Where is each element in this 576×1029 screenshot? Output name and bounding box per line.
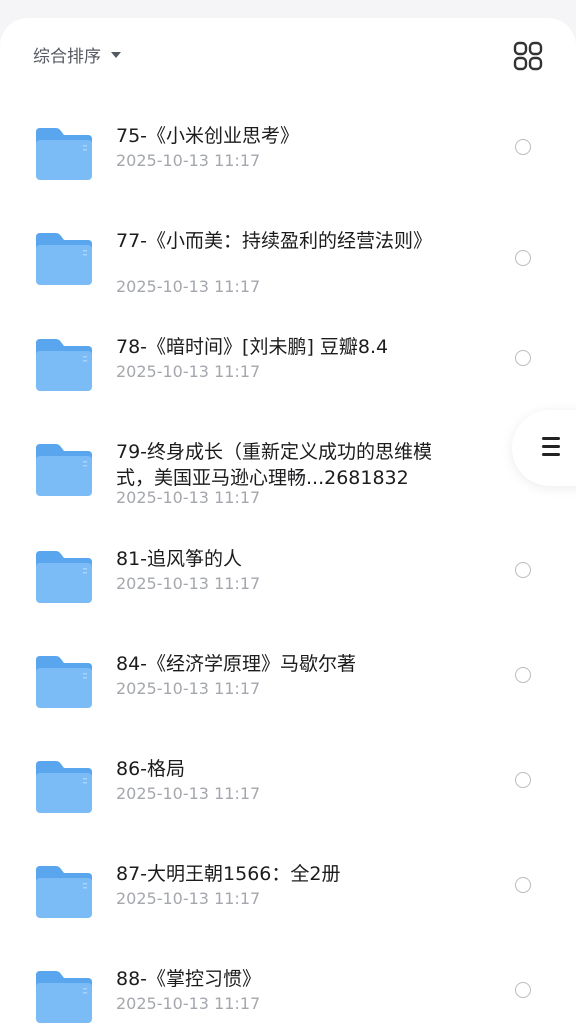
grid-view-button[interactable] [512,40,544,72]
file-date: 2025-10-13 11:17 [116,362,261,381]
select-radio[interactable] [515,250,531,266]
select-radio[interactable] [515,877,531,893]
file-name: 79-终身成长（重新定义成功的思维模式，美国亚马逊心理畅...2681832 [116,441,433,489]
file-name: 81-追风筝的人 [116,548,243,570]
list-item[interactable]: 84-《经济学原理》马歇尔著 2025-10-13 11:17 [0,628,576,733]
file-date: 2025-10-13 11:17 [116,488,261,507]
select-radio[interactable] [515,772,531,788]
select-radio[interactable] [515,982,531,998]
folder-icon [36,339,92,391]
list-item[interactable]: 88-《掌控习惯》 2025-10-13 11:17 [0,943,576,1029]
file-date: 2025-10-13 11:17 [116,994,261,1013]
file-name: 88-《掌控习惯》 [116,968,262,990]
file-name: 78-《暗时间》[刘未鹏] 豆瓣8.4 [116,336,389,358]
file-date: 2025-10-13 11:17 [116,679,261,698]
folder-icon [36,128,92,180]
grid-view-icon [513,41,543,71]
file-date: 2025-10-13 11:17 [116,277,261,296]
select-radio[interactable] [515,350,531,366]
select-radio[interactable] [515,139,531,155]
toolbar: 综合排序 [0,18,576,90]
file-date: 2025-10-13 11:17 [116,784,261,803]
caret-down-icon [111,52,121,58]
list-item[interactable]: 77-《小而美：持续盈利的经营法则》 2025-10-13 11:17 [0,205,576,311]
list-item[interactable]: 79-终身成长（重新定义成功的思维模式，美国亚马逊心理畅...2681832 20… [0,416,576,523]
file-name: 84-《经济学原理》马歇尔著 [116,653,357,675]
folder-icon [36,866,92,918]
folder-icon [36,656,92,708]
file-name: 86-格局 [116,758,186,780]
folder-icon [36,551,92,603]
file-list: 75-《小米创业思考》 2025-10-13 11:17 77-《小而美：持续盈利的… [0,100,576,1029]
folder-icon [36,444,92,496]
file-name: 75-《小米创业思考》 [116,125,300,147]
menu-icon [542,437,560,457]
list-item[interactable]: 81-追风筝的人 2025-10-13 11:17 [0,523,576,628]
file-name: 87-大明王朝1566：全2册 [116,863,341,885]
folder-icon [36,761,92,813]
list-item[interactable]: 87-大明王朝1566：全2册 2025-10-13 11:17 [0,838,576,943]
file-list-sheet: 综合排序 75-《小米创业思考》 2025-10-13 11:17 77-《小而美：… [0,18,576,1029]
list-item[interactable]: 75-《小米创业思考》 2025-10-13 11:17 [0,100,576,205]
folder-icon [36,233,92,285]
list-item[interactable]: 86-格局 2025-10-13 11:17 [0,733,576,838]
file-date: 2025-10-13 11:17 [116,151,261,170]
select-radio[interactable] [515,667,531,683]
file-name: 77-《小而美：持续盈利的经营法则》 [116,230,433,252]
folder-icon [36,971,92,1023]
sort-dropdown[interactable]: 综合排序 [33,40,121,68]
sort-label: 综合排序 [33,46,101,67]
list-item[interactable]: 78-《暗时间》[刘未鹏] 豆瓣8.4 2025-10-13 11:17 [0,311,576,416]
file-date: 2025-10-13 11:17 [116,889,261,908]
file-date: 2025-10-13 11:17 [116,574,261,593]
select-radio[interactable] [515,562,531,578]
